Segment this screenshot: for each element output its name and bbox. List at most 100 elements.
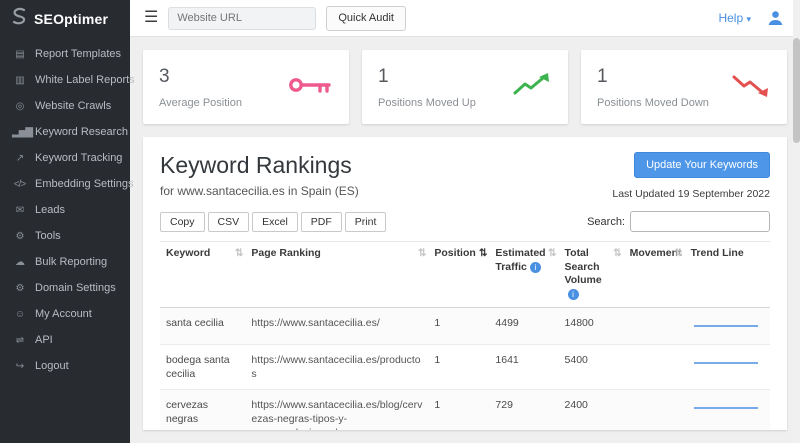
key-icon [287,73,333,102]
export-csv-button[interactable]: CSV [208,212,250,232]
sidebar-item-leads[interactable]: ✉Leads [0,197,130,223]
scrollbar-thumb[interactable] [793,38,800,143]
cell-page-ranking: https://www.santacecilia.es/ [245,307,428,344]
sidebar-item-label: Bulk Reporting [35,256,107,268]
cell-search-volume: 14800 [559,307,624,344]
stats-row: 3 Average Position 1 Positions Moved Up [143,50,787,124]
stat-card-positions-moved-down: 1 Positions Moved Down [581,50,787,124]
cell-movement [624,307,685,344]
stat-value: 1 [597,66,709,88]
website-url-input[interactable] [168,7,316,30]
white-label-reports-icon: ▥ [12,75,27,86]
user-account-icon[interactable] [765,8,786,28]
sort-icon: ⇅ [613,247,621,260]
search-box: Search: [587,211,770,232]
scrollbar-track[interactable] [793,0,800,443]
stat-card-positions-moved-up: 1 Positions Moved Up [362,50,568,124]
export-pdf-button[interactable]: PDF [301,212,342,232]
stat-card-average-position: 3 Average Position [143,50,349,124]
sidebar-item-white-label-reports[interactable]: ▥White Label Reports [0,67,130,93]
stat-label: Positions Moved Up [378,97,476,109]
sidebar-item-embedding-settings[interactable]: </>Embedding Settings [0,171,130,197]
sidebar-item-website-crawls[interactable]: ◎ Website Crawls [0,93,130,119]
cell-search-volume: 2400 [559,389,624,430]
sort-icon: ⇅ [674,247,682,260]
search-label: Search: [587,216,625,228]
column-header-position[interactable]: Position⇅ [428,242,489,308]
sidebar-item-label: Keyword Research [35,126,128,138]
sidebar-item-label: Leads [35,204,65,216]
sidebar-item-tools[interactable]: ⚙Tools [0,223,130,249]
help-menu[interactable]: Help ▾ [718,11,751,25]
trend-up-icon [512,72,552,103]
sidebar-item-api[interactable]: ⇌API [0,327,130,353]
menu-icon[interactable]: ☰ [144,10,158,26]
sidebar-item-label: Domain Settings [35,282,116,294]
sidebar-item-logout[interactable]: ↪Logout [0,353,130,379]
trend-line-icon: ↗ [12,153,27,164]
search-icon: ◎ [12,101,27,112]
column-header-estimated-traffic[interactable]: Estimated Traffici⇅ [489,242,558,308]
cell-trend-line [685,389,770,430]
stat-value: 1 [378,66,476,88]
sidebar-item-label: Website Crawls [35,100,111,112]
sidebar-item-bulk-reporting[interactable]: ☁Bulk Reporting [0,249,130,275]
column-label: Keyword [166,247,210,259]
cell-position: 1 [428,344,489,389]
sidebar-item-keyword-research[interactable]: ▂▅▇ Keyword Research [0,119,130,145]
seoptimer-logo-icon [10,6,28,31]
content-area: ☰ Quick Audit Help ▾ 3 Average Position [130,0,800,443]
quick-audit-button[interactable]: Quick Audit [326,6,406,31]
column-header-search-volume[interactable]: Total Search Volume i ⇅ [559,242,624,308]
bar-chart-icon: ▂▅▇ [12,127,27,138]
page-subtitle: for www.santacecilia.es in Spain (ES) [160,184,359,198]
trend-sparkline [691,316,761,336]
logo[interactable]: SEOptimer [0,0,130,37]
table-row: cervezas negrashttps://www.santacecilia.… [160,389,770,430]
column-header-page-ranking[interactable]: Page Ranking⇅ [245,242,428,308]
table-toolbar: CopyCSVExcelPDFPrint Search: [160,211,770,232]
report-templates-icon: ▤ [12,49,27,60]
search-input[interactable] [630,211,770,232]
cell-trend-line [685,344,770,389]
cell-position: 1 [428,389,489,430]
topbar-right: Help ▾ [718,8,786,28]
gear-icon: ⚙ [12,283,27,294]
cell-keyword: bodega santa cecilia [160,344,245,389]
sidebar-item-label: Report Templates [35,48,121,60]
info-icon[interactable]: i [530,262,541,273]
sidebar-item-label: White Label Reports [35,74,135,86]
info-icon[interactable]: i [568,289,579,300]
column-label: Total Search Volume [565,247,602,286]
trend-sparkline [691,398,761,418]
sidebar-item-label: API [35,334,53,346]
logo-text: SEOptimer [34,11,108,27]
column-header-movement[interactable]: Movement⇅ [624,242,685,308]
cell-keyword: cervezas negras [160,389,245,430]
update-keywords-button[interactable]: Update Your Keywords [634,152,770,178]
table-body: santa ceciliahttps://www.santacecilia.es… [160,307,770,430]
sidebar-item-keyword-tracking[interactable]: ↗ Keyword Tracking [0,145,130,171]
cell-estimated-traffic: 729 [489,389,558,430]
sidebar-item-label: Tools [35,230,61,242]
sidebar: SEOptimer ▤ Report Templates ▥White Label … [0,0,130,443]
trend-down-icon [731,72,771,103]
export-print-button[interactable]: Print [345,212,387,232]
sidebar-item-report-templates[interactable]: ▤ Report Templates [0,41,130,67]
export-copy-button[interactable]: Copy [160,212,205,232]
cell-position: 1 [428,307,489,344]
last-updated-text: Last Updated 19 September 2022 [612,188,770,200]
trend-sparkline [691,353,761,373]
export-buttons: CopyCSVExcelPDFPrint [160,212,389,232]
chevron-down-icon: ▾ [746,14,751,24]
page-title: Keyword Rankings [160,152,359,179]
export-excel-button[interactable]: Excel [252,212,298,232]
sidebar-item-label: Logout [35,360,69,372]
sidebar-item-label: Keyword Tracking [35,152,122,164]
column-header-keyword[interactable]: Keyword⇅ [160,242,245,308]
cell-keyword: santa cecilia [160,307,245,344]
sidebar-item-domain-settings[interactable]: ⚙ Domain Settings [0,275,130,301]
cell-estimated-traffic: 1641 [489,344,558,389]
sidebar-item-my-account[interactable]: ☺My Account [0,301,130,327]
sort-icon: ⇅ [418,247,426,260]
